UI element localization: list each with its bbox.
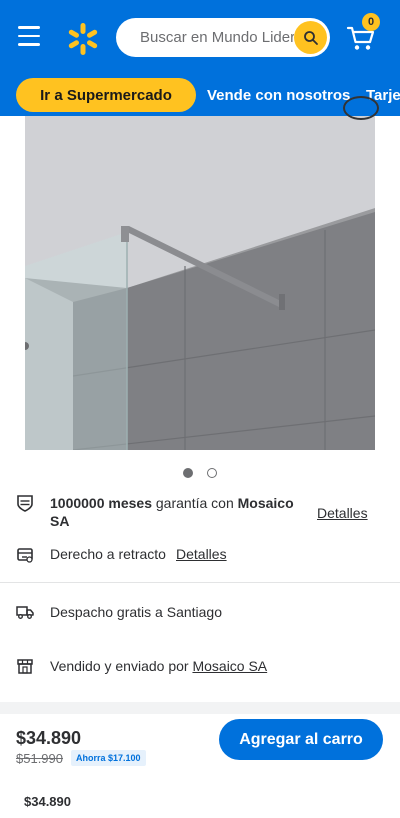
truck-icon [16, 606, 34, 619]
category-nav: Ir a Supermercado Vende con nosotros Tar… [0, 76, 400, 114]
warranty-details-link[interactable]: Detalles [317, 504, 368, 522]
carousel-dot-1[interactable] [183, 468, 193, 478]
current-price: $34.890 [16, 728, 82, 748]
shipping-row: Despacho gratis a Santiago [0, 603, 400, 623]
shipping-text: Despacho gratis a Santiago [50, 604, 222, 620]
search-input[interactable] [116, 18, 294, 57]
carousel-dot-2[interactable] [207, 468, 217, 478]
add-to-cart-button[interactable]: Agregar al carro [219, 719, 383, 760]
warranty-provider-suffix: SA [50, 513, 70, 529]
retract-label: Derecho a retracto [50, 546, 166, 562]
original-price: $51.990 [16, 751, 63, 766]
section-band [0, 702, 400, 714]
warranty-row: 1000000 meses garantía con Mosaico SA De… [0, 494, 400, 534]
product-image[interactable] [25, 116, 375, 450]
retract-row: Derecho a retracto Detalles [0, 545, 400, 565]
seller-row: Vendido y enviado por Mosaico SA [0, 657, 400, 677]
seller-link[interactable]: Mosaico SA [192, 658, 267, 674]
cart-count-badge: 0 [362, 13, 380, 31]
seller-text: Vendido y enviado por Mosaico SA [50, 657, 267, 675]
warranty-connector: garantía con [152, 495, 238, 511]
footer-price: $34.890 [24, 794, 71, 809]
shield-icon [17, 495, 33, 512]
section-divider [0, 582, 400, 583]
return-box-icon [17, 548, 33, 563]
warranty-duration: 1000000 meses [50, 495, 152, 511]
top-header: 0 Ir a Supermercado Vende con nosotros T… [0, 0, 400, 116]
walmart-spark-logo[interactable] [66, 22, 100, 56]
warranty-text: 1000000 meses garantía con Mosaico SA [50, 494, 300, 530]
carousel-indicator [183, 468, 223, 480]
store-icon [17, 659, 33, 674]
warranty-provider: Mosaico [237, 495, 294, 511]
retract-details-link[interactable]: Detalles [176, 545, 227, 563]
search-button[interactable] [294, 21, 327, 54]
search-bar [116, 18, 330, 57]
savings-badge: Ahorra $17.100 [71, 750, 146, 766]
share-icon[interactable] [343, 96, 379, 120]
supermarket-button[interactable]: Ir a Supermercado [16, 78, 196, 112]
menu-icon[interactable] [18, 26, 40, 46]
nav-link-sell-with-us[interactable]: Vende con nosotros [207, 87, 350, 104]
search-icon [303, 30, 318, 45]
seller-label: Vendido y enviado por [50, 658, 193, 674]
